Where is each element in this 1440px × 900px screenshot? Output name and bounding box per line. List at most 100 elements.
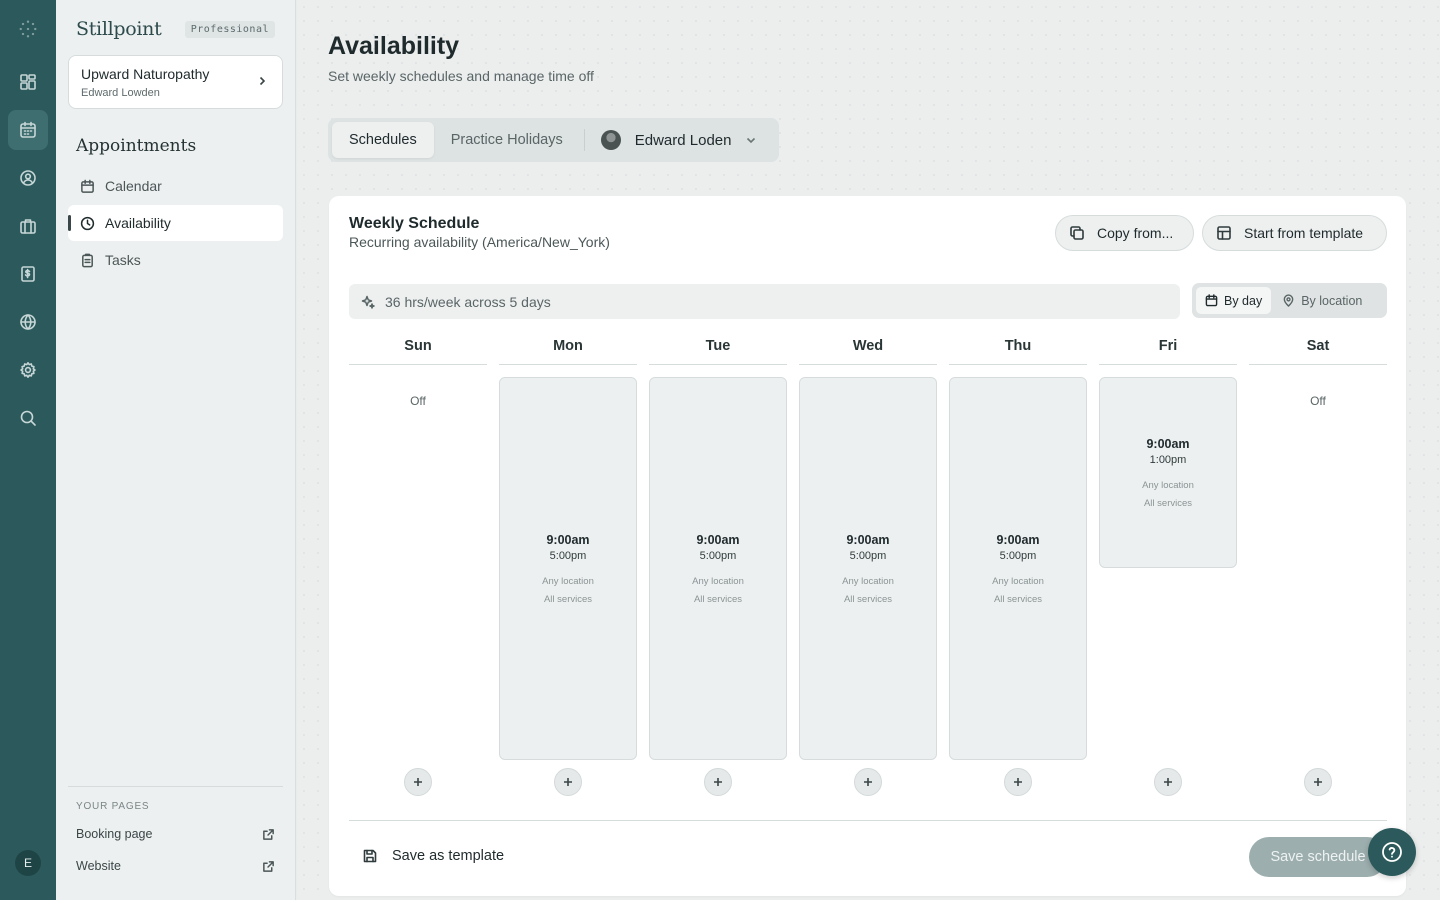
calendar-icon <box>1205 294 1218 307</box>
day-column-tue: Tue 9:00am 5:00pm Any location All servi… <box>649 337 787 796</box>
page-subtitle: Set weekly schedules and manage time off <box>328 68 594 84</box>
block-start-time: 9:00am <box>696 532 740 547</box>
invoice-icon <box>21 266 35 282</box>
block-end-time: 5:00pm <box>999 549 1037 562</box>
availability-block[interactable]: 9:00am 1:00pm Any location All services <box>1099 377 1237 568</box>
start-from-template-button[interactable]: Start from template <box>1202 215 1387 251</box>
avatar[interactable]: E <box>15 850 41 876</box>
block-services: All services <box>843 593 893 605</box>
block-services: All services <box>693 593 743 605</box>
rail-billing-button[interactable] <box>8 254 48 294</box>
day-header: Thu <box>949 337 1087 365</box>
card-subtitle: Recurring availability (America/New_York… <box>349 234 610 250</box>
view-by-location-button[interactable]: By location <box>1273 287 1371 314</box>
day-header: Sun <box>349 337 487 365</box>
clock-icon <box>80 216 95 230</box>
view-by-location-label: By location <box>1301 293 1363 308</box>
globe-icon <box>20 314 36 330</box>
block-end-time: 1:00pm <box>1149 453 1187 466</box>
day-column-fri: Fri 9:00am 1:00pm Any location All servi… <box>1099 337 1237 796</box>
page-title: Availability <box>328 32 460 60</box>
day-column-wed: Wed 9:00am 5:00pm Any location All servi… <box>799 337 937 796</box>
icon-rail: E <box>0 0 56 900</box>
practitioner-name: Edward Loden <box>634 131 732 149</box>
add-slot-button[interactable] <box>1004 768 1032 796</box>
day-off-label: Off <box>1310 394 1326 408</box>
sidebar-item-calendar[interactable]: Calendar <box>68 168 283 204</box>
rail-clients-button[interactable] <box>8 158 48 198</box>
website-link[interactable]: Website <box>68 850 283 882</box>
briefcase-icon <box>20 219 36 234</box>
block-location: Any location <box>692 575 744 587</box>
practice-switcher[interactable]: Upward Naturopathy Edward Lowden <box>68 55 283 109</box>
sidebar-item-tasks[interactable]: Tasks <box>68 242 283 278</box>
page-link-label: Website <box>76 859 121 873</box>
sidebar: Stillpoint Professional Upward Naturopat… <box>56 0 296 900</box>
plus-icon <box>414 778 422 786</box>
sidebar-item-label: Availability <box>105 215 171 231</box>
day-header: Mon <box>499 337 637 365</box>
rail-website-button[interactable] <box>8 302 48 342</box>
block-start-time: 9:00am <box>846 532 890 547</box>
rail-services-button[interactable] <box>8 206 48 246</box>
block-services: All services <box>1143 497 1193 509</box>
plus-icon <box>1014 778 1022 786</box>
save-schedule-button[interactable]: Save schedule <box>1249 837 1387 877</box>
template-icon <box>1217 226 1231 240</box>
sidebar-item-availability[interactable]: Availability <box>68 205 283 241</box>
plus-icon <box>1164 778 1172 786</box>
save-icon <box>363 849 377 863</box>
card-title: Weekly Schedule <box>349 215 480 232</box>
availability-block[interactable]: 9:00am 5:00pm Any location All services <box>499 377 637 760</box>
plus-icon <box>864 778 872 786</box>
map-pin-icon <box>1283 294 1294 307</box>
save-as-template-button[interactable]: Save as template <box>362 848 504 864</box>
booking-page-link[interactable]: Booking page <box>68 818 283 850</box>
availability-block[interactable]: 9:00am 5:00pm Any location All services <box>649 377 787 760</box>
sparkle-icon <box>361 295 375 309</box>
rail-dashboard-button[interactable] <box>8 62 48 102</box>
tab-schedules[interactable]: Schedules <box>332 122 434 158</box>
copy-from-label: Copy from... <box>1097 225 1174 241</box>
rail-settings-button[interactable] <box>8 350 48 390</box>
availability-block[interactable]: 9:00am 5:00pm Any location All services <box>949 377 1087 760</box>
add-slot-button[interactable] <box>1304 768 1332 796</box>
add-slot-button[interactable] <box>404 768 432 796</box>
block-location: Any location <box>1142 479 1194 491</box>
view-by-day-button[interactable]: By day <box>1196 287 1272 314</box>
schedule-summary: 36 hrs/week across 5 days <box>349 284 1180 319</box>
app-logo-icon[interactable] <box>17 18 39 40</box>
day-column-thu: Thu 9:00am 5:00pm Any location All servi… <box>949 337 1087 796</box>
help-button[interactable] <box>1368 828 1416 876</box>
plus-icon <box>564 778 572 786</box>
tab-practice-holidays[interactable]: Practice Holidays <box>434 122 580 158</box>
view-toggle: By day By location <box>1192 283 1387 318</box>
day-header: Wed <box>799 337 937 365</box>
add-slot-button[interactable] <box>704 768 732 796</box>
copy-icon <box>1070 226 1084 240</box>
calendar-icon <box>81 179 94 193</box>
copy-from-button[interactable]: Copy from... <box>1055 215 1194 251</box>
calendar-icon <box>20 121 36 138</box>
pages-heading: YOUR PAGES <box>76 801 150 812</box>
sidebar-item-label: Tasks <box>105 252 141 268</box>
day-column-mon: Mon 9:00am 5:00pm Any location All servi… <box>499 337 637 796</box>
day-column-sat: Sat Off <box>1249 337 1387 796</box>
add-slot-button[interactable] <box>1154 768 1182 796</box>
block-location: Any location <box>992 575 1044 587</box>
add-slot-button[interactable] <box>554 768 582 796</box>
practitioner-select[interactable]: Edward Loden <box>589 122 770 158</box>
clipboard-icon <box>82 253 93 267</box>
external-link-icon <box>263 828 274 840</box>
rail-appointments-button[interactable] <box>8 110 48 150</box>
main-content: Availability Set weekly schedules and ma… <box>297 0 1440 900</box>
availability-block[interactable]: 9:00am 5:00pm Any location All services <box>799 377 937 760</box>
dashboard-icon <box>20 74 36 90</box>
plus-icon <box>1314 778 1322 786</box>
add-slot-button[interactable] <box>854 768 882 796</box>
block-start-time: 9:00am <box>546 532 590 547</box>
search-icon <box>20 410 36 426</box>
help-icon <box>1382 842 1402 862</box>
rail-search-button[interactable] <box>8 398 48 438</box>
day-off-label: Off <box>410 394 426 408</box>
